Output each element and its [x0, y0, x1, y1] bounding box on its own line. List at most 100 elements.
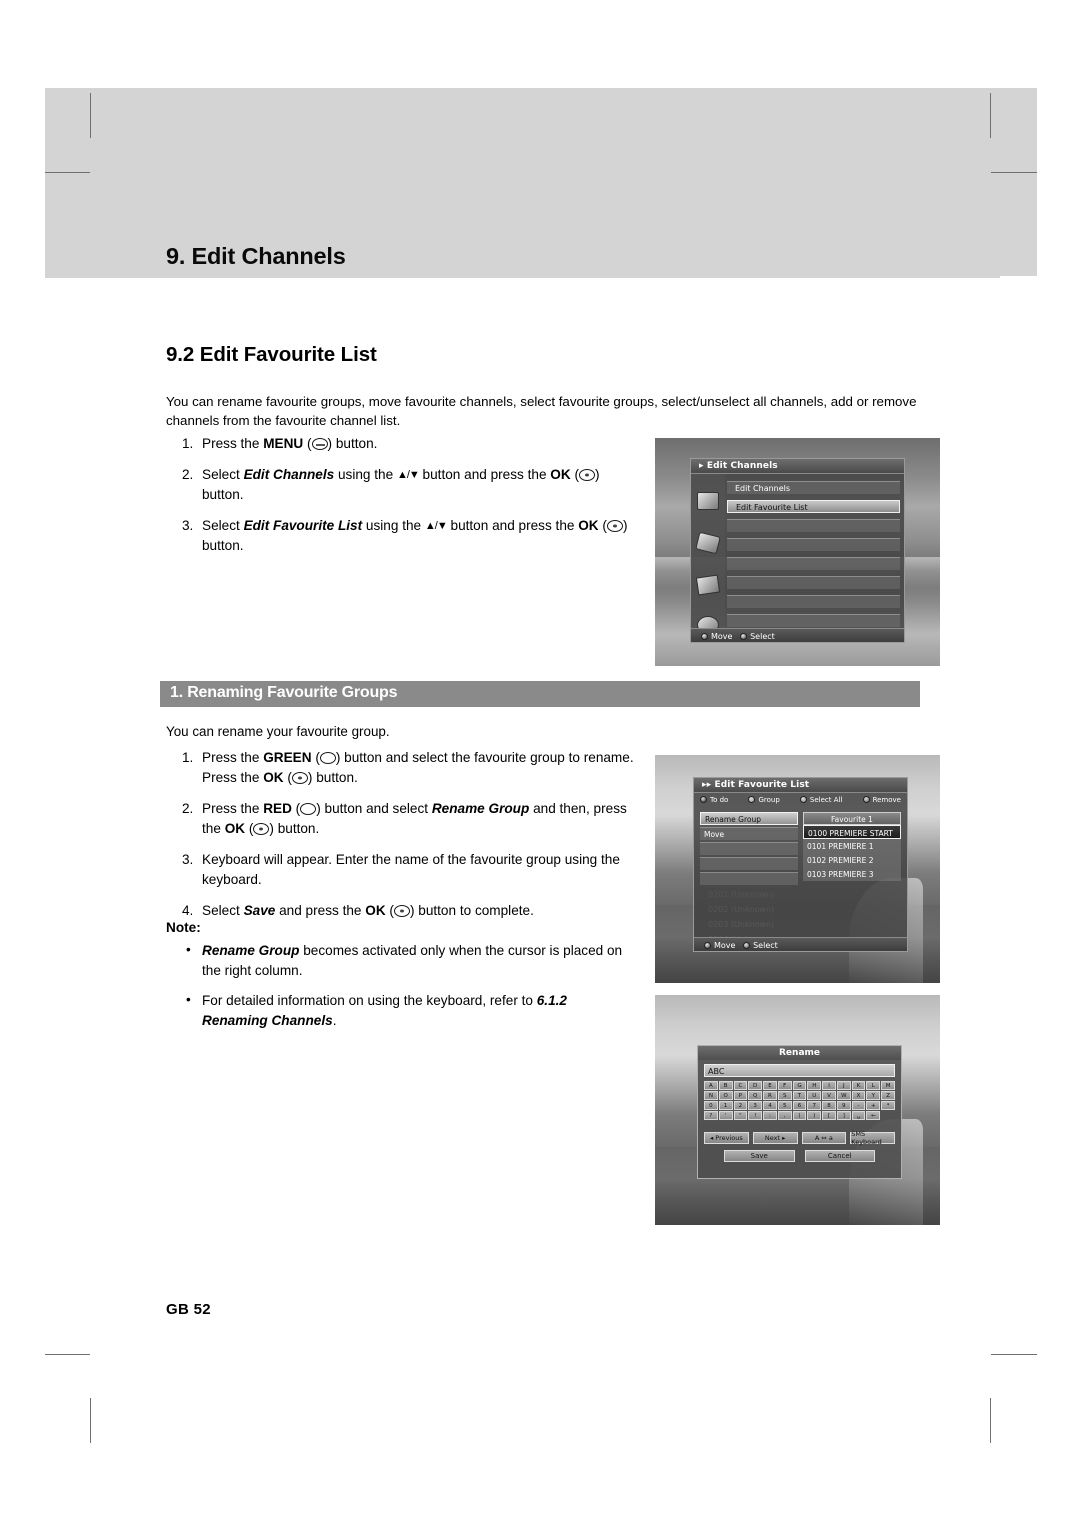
key-F[interactable]: F: [777, 1081, 792, 1090]
key-2[interactable]: 2: [733, 1101, 748, 1110]
favourite-action-row[interactable]: Move: [700, 827, 798, 840]
crop-mark-bottom-right-vertical: [990, 1398, 992, 1443]
colour-button-select-all[interactable]: Select All: [799, 796, 842, 808]
key-"[interactable]: ": [733, 1111, 748, 1120]
manual-page: 9. Edit Channels 9.2 Edit Favourite List…: [0, 0, 1080, 1528]
key-4[interactable]: 4: [763, 1101, 777, 1110]
keyboard-action-row[interactable]: ◂ Previous Next ▸ A ⇔ a SMS Keyboard: [704, 1130, 895, 1146]
key-,[interactable]: ,: [777, 1111, 792, 1120]
favourite-channel-row[interactable]: 0103 PREMIERE 3: [803, 867, 901, 881]
key-+[interactable]: +: [866, 1101, 881, 1110]
footer-hint-move: Move: [711, 632, 733, 641]
menu-row[interactable]: Edit Channels: [727, 481, 900, 494]
favourite-channel-row[interactable]: 0100 PREMIERE START: [803, 825, 901, 839]
key-:[interactable]: :: [763, 1111, 777, 1120]
key-R[interactable]: R: [763, 1091, 777, 1100]
favourite-action-row[interactable]: [700, 872, 798, 885]
save-button[interactable]: Save: [724, 1150, 795, 1162]
key-N[interactable]: N: [704, 1091, 718, 1100]
menu-row[interactable]: [727, 538, 900, 551]
step-item: 3. Keyboard will appear. Enter the name o…: [182, 852, 620, 887]
key-O[interactable]: O: [718, 1091, 733, 1100]
dialog-title: Rename: [698, 1046, 901, 1060]
key-T[interactable]: T: [792, 1091, 807, 1100]
key-B[interactable]: B: [718, 1081, 733, 1090]
key-[[interactable]: [: [822, 1111, 836, 1120]
key-X[interactable]: X: [851, 1091, 866, 1100]
key-Z[interactable]: Z: [881, 1091, 895, 1100]
colour-button-remove[interactable]: Remove: [862, 796, 901, 808]
crop-mark-bottom-left-horizontal: [45, 1354, 90, 1356]
key-A[interactable]: A: [704, 1081, 718, 1090]
key-G[interactable]: G: [792, 1081, 807, 1090]
key-][interactable]: ]: [836, 1111, 851, 1120]
note-heading: Note:: [166, 920, 201, 935]
key-E[interactable]: E: [763, 1081, 777, 1090]
menu-row[interactable]: [727, 576, 900, 589]
key-*[interactable]: *: [881, 1101, 895, 1110]
key-D[interactable]: D: [748, 1081, 763, 1090]
dialog-button-row[interactable]: Save Cancel: [724, 1150, 875, 1162]
page-number: GB 52: [166, 1301, 211, 1318]
key-␣[interactable]: ␣: [851, 1111, 866, 1120]
key-![interactable]: !: [748, 1111, 763, 1120]
key-)[interactable]: ): [807, 1111, 822, 1120]
osd-title-arrow-icon: ▸▸: [702, 780, 712, 790]
rename-input[interactable]: ABC: [704, 1064, 895, 1077]
key-5[interactable]: 5: [777, 1101, 792, 1110]
bullet-icon: •: [186, 992, 191, 1007]
key-'[interactable]: ': [718, 1111, 733, 1120]
key-Q[interactable]: Q: [748, 1091, 763, 1100]
favourite-channel-row[interactable]: 0101 PREMIERE 1: [803, 839, 901, 853]
menu-row[interactable]: [727, 614, 900, 627]
colour-button-group[interactable]: Group: [748, 796, 780, 808]
colour-button-to-do[interactable]: To do: [700, 796, 728, 808]
sms-keyboard-button[interactable]: SMS Keyboard: [850, 1130, 895, 1146]
key-9[interactable]: 9: [836, 1101, 851, 1110]
key-L[interactable]: L: [866, 1081, 881, 1090]
select-button-icon: [743, 942, 751, 949]
colour-dot-icon: [700, 796, 707, 803]
chapter-title: 9. Edit Channels: [166, 243, 346, 269]
key-H[interactable]: H: [807, 1081, 822, 1090]
key-S[interactable]: S: [777, 1091, 792, 1100]
key-6[interactable]: 6: [792, 1101, 807, 1110]
favourite-channel-row[interactable]: 0102 PREMIERE 2: [803, 853, 901, 867]
osd-colour-button-toolbar: To do Group Select All Remove: [700, 796, 901, 808]
menu-row[interactable]: [727, 595, 900, 608]
key--[interactable]: -: [851, 1101, 866, 1110]
key-V[interactable]: V: [822, 1091, 836, 1100]
key-P[interactable]: P: [733, 1091, 748, 1100]
key-J[interactable]: J: [836, 1081, 851, 1090]
on-screen-keyboard[interactable]: A B C D E F G H I J K L M N O P Q R S T U V W X Y Z 0 1 2 3 4 5 6 7 8 9- + *?…: [704, 1081, 895, 1120]
key-←[interactable]: ←: [866, 1111, 881, 1120]
favourite-action-row[interactable]: [700, 857, 798, 870]
key-W[interactable]: W: [836, 1091, 851, 1100]
key-U[interactable]: U: [807, 1091, 822, 1100]
key-K[interactable]: K: [851, 1081, 866, 1090]
favourite-action-row[interactable]: Rename Group: [700, 812, 798, 825]
menu-row[interactable]: [727, 519, 900, 532]
case-toggle-button[interactable]: A ⇔ a: [801, 1132, 847, 1144]
osd-footer-hints: Move Select: [694, 937, 907, 951]
key-8[interactable]: 8: [822, 1101, 836, 1110]
key-7[interactable]: 7: [807, 1101, 822, 1110]
key-I[interactable]: I: [822, 1081, 836, 1090]
key-3[interactable]: 3: [748, 1101, 763, 1110]
key-0[interactable]: 0: [704, 1101, 718, 1110]
key-([interactable]: (: [792, 1111, 807, 1120]
key-1[interactable]: 1: [718, 1101, 733, 1110]
key-?[interactable]: ?: [704, 1111, 718, 1120]
step-list-rename-group: 1. Press the GREEN () button and select t…: [166, 748, 636, 932]
favourite-action-row[interactable]: [700, 842, 798, 855]
step-item: 4. Select Save and press the OK () button…: [166, 901, 636, 921]
cancel-button[interactable]: Cancel: [804, 1150, 875, 1162]
next-button[interactable]: Next ▸: [752, 1132, 798, 1144]
key-Y[interactable]: Y: [866, 1091, 881, 1100]
previous-button[interactable]: ◂ Previous: [704, 1132, 749, 1144]
osd-icon-sidebar: [691, 474, 725, 634]
key-M[interactable]: M: [881, 1081, 895, 1090]
menu-row[interactable]: [727, 557, 900, 570]
key-C[interactable]: C: [733, 1081, 748, 1090]
menu-row[interactable]: Edit Favourite List: [727, 500, 900, 513]
